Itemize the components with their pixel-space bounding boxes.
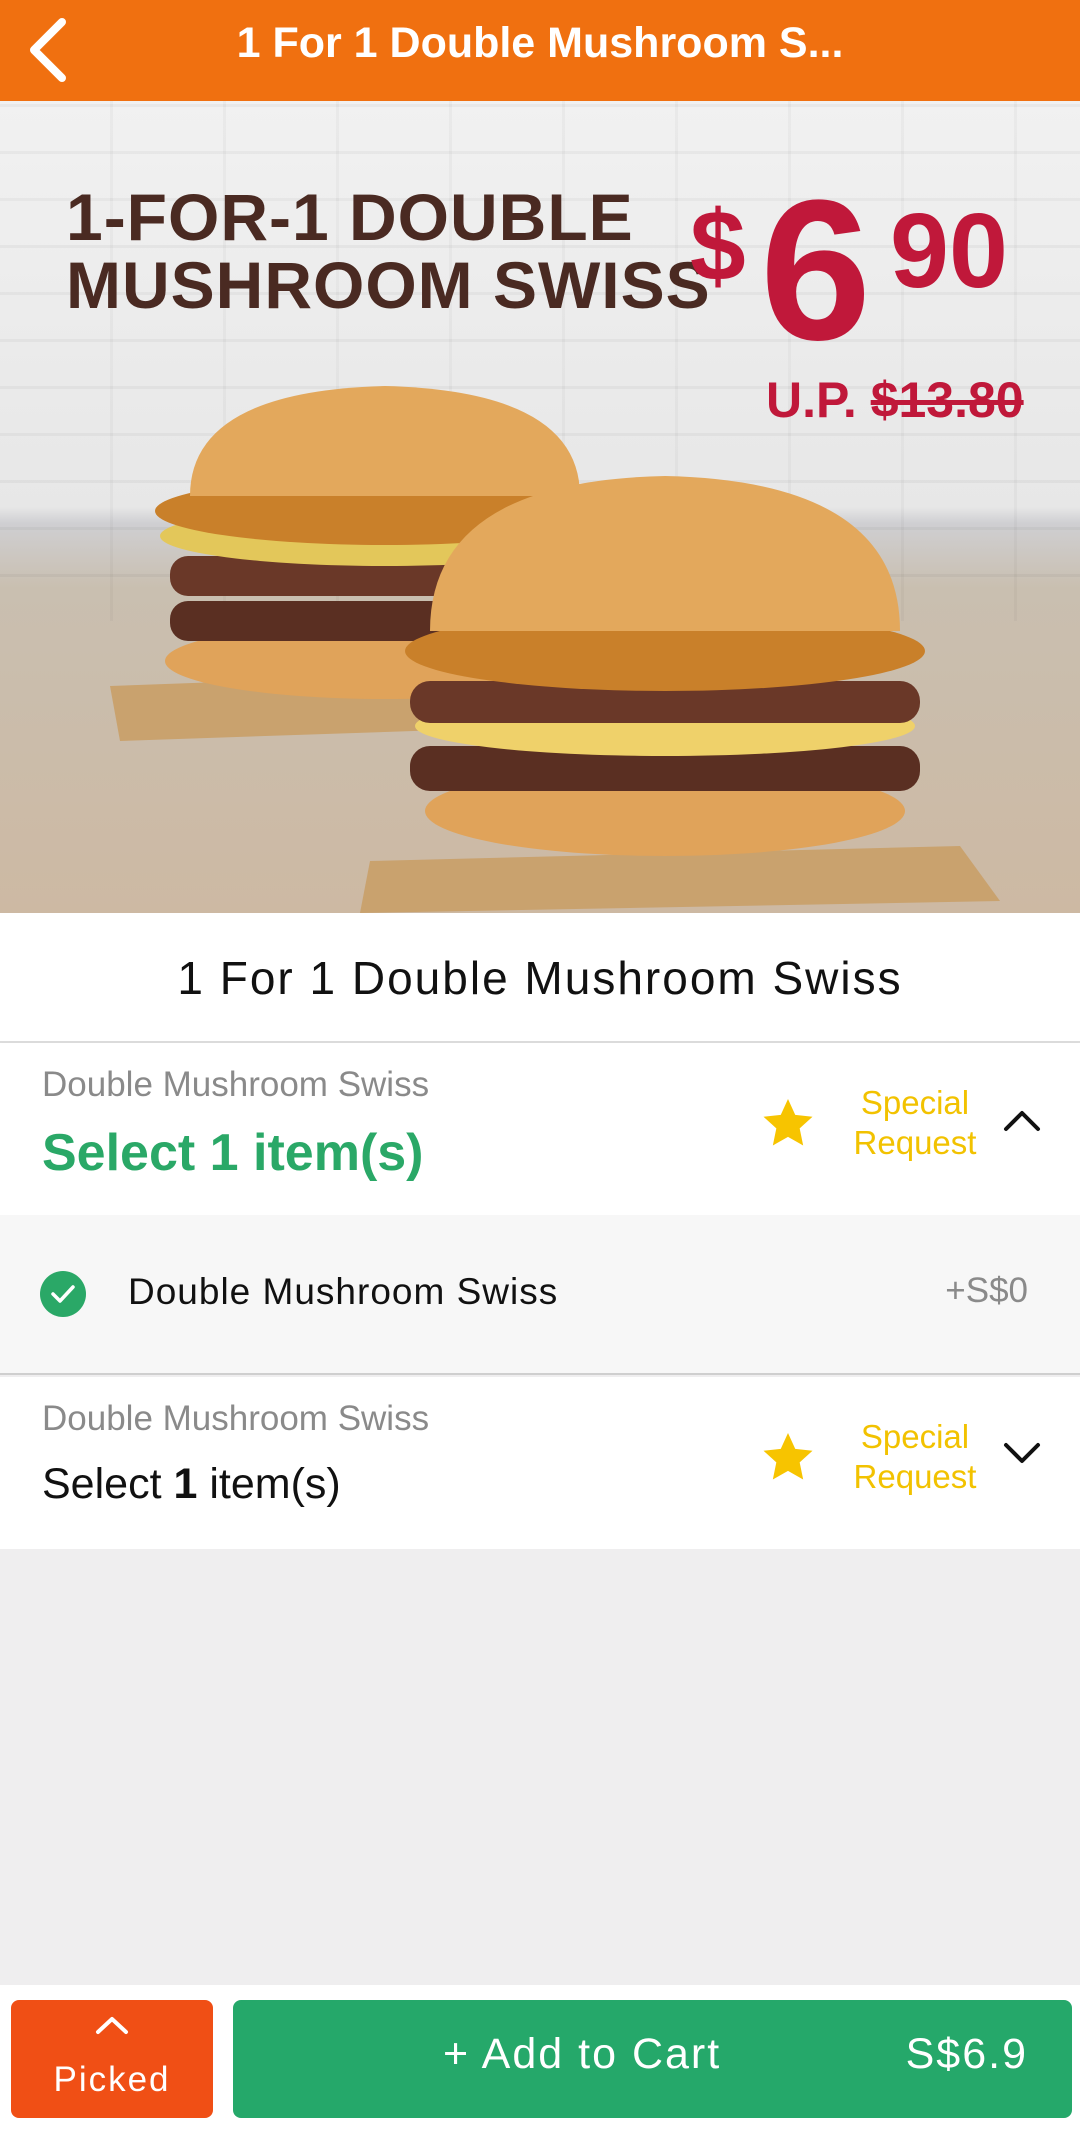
select-prefix: Select	[42, 1460, 174, 1508]
checkmark-icon[interactable]	[40, 1271, 86, 1317]
special-request-line1: Special	[860, 1084, 970, 1121]
special-request-line1: Special	[860, 1418, 970, 1455]
option-group-requirement: Select 1 item(s)	[42, 1460, 341, 1509]
select-suffix: item(s)	[197, 1460, 341, 1508]
add-to-cart-button[interactable]: + Add to Cart S$6.9	[233, 2000, 1072, 2118]
select-count: 1	[173, 1460, 198, 1508]
chevron-up-icon[interactable]	[1000, 1105, 1044, 1135]
special-request-line2: Request	[853, 1124, 977, 1161]
star-icon	[763, 1433, 813, 1480]
burger-illustration	[110, 386, 1000, 913]
bottom-action-bar: Picked + Add to Cart S$6.9	[0, 1985, 1080, 2139]
option-group-2-header[interactable]: Double Mushroom Swiss Select 1 item(s) S…	[0, 1377, 1080, 1549]
product-hero-image: 1-FOR-1 DOUBLE MUSHROOM SWISS $ 6 90 U.P…	[0, 101, 1080, 913]
picked-label: Picked	[53, 2060, 171, 2099]
option-item[interactable]: Double Mushroom Swiss +S$0	[0, 1215, 1080, 1375]
product-title: 1 For 1 Double Mushroom Swiss	[0, 913, 1080, 1043]
cart-total-price: S$6.9	[905, 2030, 1028, 2078]
option-item-price: +S$0	[945, 1271, 1028, 1310]
option-item-label: Double Mushroom Swiss	[128, 1271, 559, 1312]
option-group-name: Double Mushroom Swiss	[42, 1065, 430, 1104]
special-request-label: Special Request	[840, 1417, 990, 1497]
option-group-name: Double Mushroom Swiss	[42, 1399, 430, 1438]
special-request-button[interactable]: Special Request	[760, 1417, 990, 1497]
chevron-down-icon[interactable]	[1000, 1439, 1044, 1469]
special-request-line2: Request	[853, 1458, 977, 1495]
special-request-button[interactable]: Special Request	[760, 1083, 990, 1163]
special-request-label: Special Request	[840, 1083, 990, 1163]
chevron-up-icon	[96, 2017, 128, 2034]
top-bar: 1 For 1 Double Mushroom S...	[0, 0, 1080, 101]
star-icon	[763, 1099, 813, 1146]
option-group-requirement: Select 1 item(s)	[42, 1124, 424, 1182]
picked-button[interactable]: Picked	[11, 2000, 213, 2118]
add-to-cart-label: + Add to Cart	[443, 2030, 722, 2078]
option-group-1-header[interactable]: Double Mushroom Swiss Select 1 item(s) S…	[0, 1043, 1080, 1215]
page-title: 1 For 1 Double Mushroom S...	[236, 19, 844, 67]
